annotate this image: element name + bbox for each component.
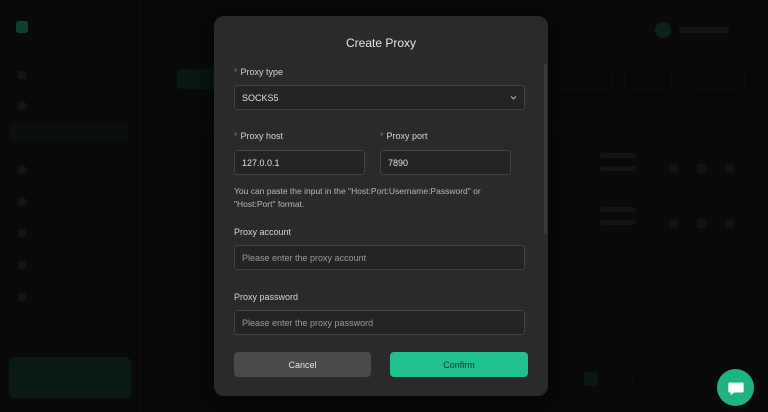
proxy-password-label: Proxy password xyxy=(234,292,298,302)
proxy-host-label: * Proxy host xyxy=(234,131,283,141)
chat-bubble-icon xyxy=(727,382,744,395)
proxy-port-input[interactable] xyxy=(380,150,511,175)
proxy-account-input[interactable] xyxy=(234,245,525,270)
paste-format-hint: You can paste the input in the "Host:Por… xyxy=(234,186,481,209)
proxy-type-label-text: Proxy type xyxy=(240,67,284,77)
proxy-account-label-text: Proxy account xyxy=(234,227,292,237)
proxy-type-label: * Proxy type xyxy=(234,67,283,77)
create-proxy-dialog: Create Proxy * Proxy type SOCKS5 * Proxy… xyxy=(214,16,548,396)
dialog-scrollbar[interactable] xyxy=(544,64,547,234)
chevron-down-icon xyxy=(510,96,517,100)
proxy-password-label-text: Proxy password xyxy=(234,292,299,302)
proxy-port-label: * Proxy port xyxy=(380,131,428,141)
proxy-password-input[interactable] xyxy=(234,310,525,335)
cancel-button[interactable]: Cancel xyxy=(234,352,371,377)
chat-support-button[interactable] xyxy=(717,369,754,406)
proxy-host-label-text: Proxy host xyxy=(240,131,284,141)
required-mark: * xyxy=(380,131,384,141)
proxy-type-select[interactable]: SOCKS5 xyxy=(234,85,525,110)
proxy-type-value: SOCKS5 xyxy=(242,92,279,103)
proxy-port-label-text: Proxy port xyxy=(386,131,428,141)
confirm-button[interactable]: Confirm xyxy=(390,352,528,377)
proxy-host-input[interactable] xyxy=(234,150,365,175)
proxy-account-label: Proxy account xyxy=(234,227,291,237)
required-mark: * xyxy=(234,131,238,141)
required-mark: * xyxy=(234,67,238,77)
dialog-title: Create Proxy xyxy=(345,36,417,50)
